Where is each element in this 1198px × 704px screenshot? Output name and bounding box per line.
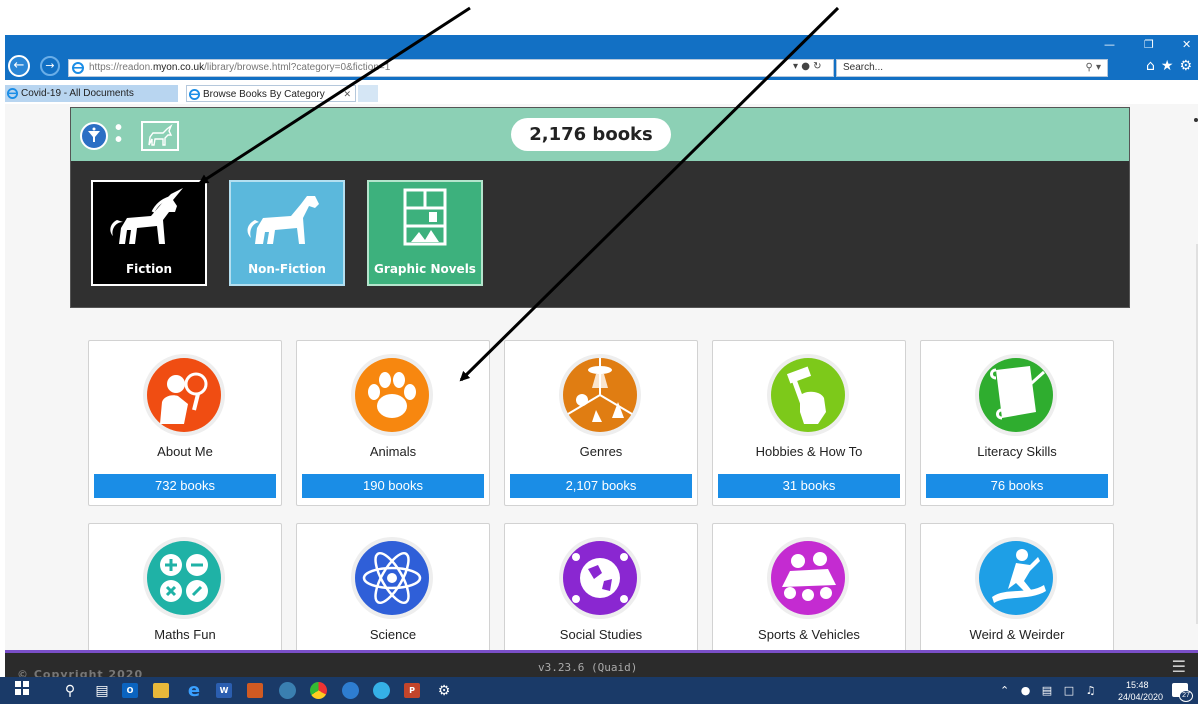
topic-animals[interactable]: Animals 190 books — [296, 340, 490, 506]
library-page: • • 2,176 books Fiction Non-Fiction Grap… — [5, 104, 1198, 656]
internet-explorer-icon[interactable]: e — [184, 681, 204, 701]
topic-label: Animals — [369, 444, 417, 459]
minimize-button[interactable]: — — [1104, 38, 1115, 51]
restore-button[interactable]: ❐ — [1144, 38, 1154, 51]
windows-start-icon[interactable] — [12, 681, 32, 701]
hamburger-menu-icon[interactable]: ☰ — [1172, 657, 1186, 676]
total-books-badge: 2,176 books — [511, 118, 671, 151]
search-input[interactable]: Search... ⚲ ▾ — [836, 59, 1108, 77]
topic-label: Hobbies & How To — [755, 444, 863, 459]
topic-label: Literacy Skills — [977, 444, 1057, 459]
math-symbols-icon — [143, 537, 225, 619]
topic-book-count[interactable]: 31 books — [718, 474, 900, 498]
app-blue-icon[interactable] — [342, 682, 359, 699]
ie-tab-icon — [7, 88, 18, 99]
outlook-icon[interactable]: O — [122, 683, 138, 698]
topic-label: About Me — [157, 444, 213, 459]
search-icon[interactable]: ⚲ ▾ — [1085, 60, 1101, 76]
globe-icon — [559, 537, 641, 619]
topic-maths-fun[interactable]: Maths Fun — [88, 523, 282, 656]
word-icon[interactable]: W — [216, 683, 232, 698]
topic-label: Sports & Vehicles — [758, 627, 860, 642]
topic-social-studies[interactable]: Social Studies — [504, 523, 698, 656]
topic-label: Maths Fun — [154, 627, 216, 642]
url-prefix: https://readon. — [89, 62, 153, 73]
page-footer: © Copyright 2020 v3.23.6 (Quaid) ☰ — [5, 650, 1198, 681]
topic-book-count[interactable]: 2,107 books — [510, 474, 692, 498]
category-selector: • • 2,176 books Fiction Non-Fiction Grap… — [70, 107, 1130, 308]
new-tab-button[interactable] — [358, 85, 378, 102]
close-window-button[interactable]: ✕ — [1182, 38, 1191, 51]
windows-taskbar: ⚲ ▤ O e W P ⚙ ⌃ ● ▤ □ ♫ 15:48 24/04/2020… — [0, 677, 1198, 704]
category-label: Non-Fiction — [248, 262, 326, 276]
chrome-icon[interactable] — [310, 682, 327, 699]
search-placeholder: Search... — [843, 62, 884, 73]
genres-icon — [559, 354, 641, 436]
topic-label: Science — [369, 627, 417, 642]
clock-date[interactable]: 24/04/2020 — [1118, 692, 1163, 702]
selected-fiction-icon[interactable] — [141, 121, 179, 151]
screen: ← → https://readon.myon.co.uk/library/br… — [0, 0, 1198, 704]
scroll-indicator — [1194, 118, 1198, 122]
topic-literacy-skills[interactable]: Literacy Skills 76 books — [920, 340, 1114, 506]
paw-print-icon — [351, 354, 433, 436]
browser-tab-browse-books[interactable]: Browse Books By Category ✕ — [186, 85, 356, 102]
skype-icon[interactable] — [373, 682, 390, 699]
browser-tab-covid[interactable]: Covid-19 - All Documents — [5, 85, 178, 102]
close-tab-icon[interactable]: ✕ — [343, 86, 351, 101]
system-tray-icons[interactable]: ⌃ ● ▤ □ ♫ — [1000, 684, 1099, 697]
atom-icon — [351, 537, 433, 619]
version-text: v3.23.6 (Quaid) — [538, 661, 638, 674]
topic-sports-vehicles[interactable]: Sports & Vehicles — [712, 523, 906, 656]
category-fiction[interactable]: Fiction — [91, 180, 207, 286]
topic-label: Social Studies — [559, 627, 643, 642]
selector-header: • • 2,176 books — [71, 108, 1129, 161]
category-non-fiction[interactable]: Non-Fiction — [229, 180, 345, 286]
app-globe-icon[interactable] — [279, 682, 296, 699]
horse-icon — [247, 196, 319, 244]
topic-label: Genres — [579, 444, 623, 459]
tab-title: Browse Books By Category — [203, 89, 325, 100]
topic-about-me[interactable]: About Me 732 books — [88, 340, 282, 506]
topic-book-count[interactable]: 732 books — [94, 474, 276, 498]
ie-favicon-icon — [72, 62, 84, 74]
task-view-icon[interactable]: ▤ — [92, 681, 112, 701]
scroll-quill-icon — [975, 354, 1057, 436]
category-graphic-novels[interactable]: Graphic Novels — [367, 180, 483, 286]
notification-count-badge: 27 — [1179, 690, 1193, 702]
app-icon[interactable] — [247, 683, 263, 698]
search-icon[interactable]: ⚲ — [60, 681, 80, 701]
go-kart-icon — [767, 537, 849, 619]
url-domain: myon.co.uk — [152, 62, 205, 73]
unicorn-icon — [110, 188, 183, 244]
home-favorites-settings-icons[interactable]: ⌂★⚙ — [1146, 58, 1198, 74]
category-label: Graphic Novels — [374, 262, 476, 276]
surfer-icon — [975, 537, 1057, 619]
lock-refresh-icon[interactable]: ▾ ● ↻ — [793, 61, 821, 72]
category-label: Fiction — [125, 262, 173, 276]
topic-genres[interactable]: Genres 2,107 books — [504, 340, 698, 506]
comic-panel-icon — [403, 188, 447, 246]
topic-weird-weirder[interactable]: Weird & Weirder — [920, 523, 1114, 656]
hammer-fist-icon — [767, 354, 849, 436]
magnifier-person-icon — [143, 354, 225, 436]
settings-gear-icon[interactable]: ⚙ — [434, 681, 454, 701]
topic-book-count[interactable]: 76 books — [926, 474, 1108, 498]
back-button[interactable]: ← — [8, 55, 30, 77]
ie-tab-icon — [189, 89, 200, 100]
topic-science[interactable]: Science — [296, 523, 490, 656]
address-bar[interactable]: https://readon.myon.co.uk/library/browse… — [68, 59, 834, 77]
file-explorer-icon[interactable] — [153, 683, 169, 698]
tab-title: Covid-19 - All Documents — [21, 88, 134, 99]
topic-hobbies-how-to[interactable]: Hobbies & How To 31 books — [712, 340, 906, 506]
url-path: /library/browse.html?category=0&fiction=… — [204, 62, 391, 73]
clock-time[interactable]: 15:48 — [1126, 680, 1149, 690]
topic-book-count[interactable]: 190 books — [302, 474, 484, 498]
powerpoint-icon[interactable]: P — [404, 683, 420, 698]
separator-dots: • • — [115, 117, 123, 151]
topic-label: Weird & Weirder — [969, 627, 1065, 642]
forward-button[interactable]: → — [40, 56, 60, 76]
filter-toggle-icon[interactable] — [80, 122, 108, 150]
